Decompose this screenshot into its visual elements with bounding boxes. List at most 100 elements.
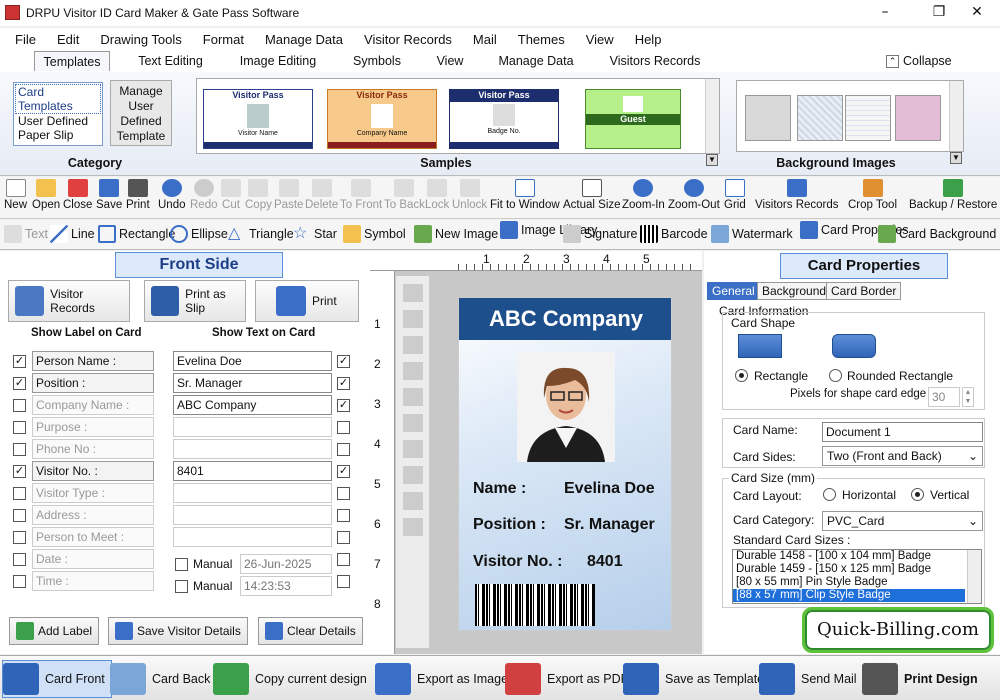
time-field[interactable]: 14:23:53 xyxy=(240,576,332,596)
menu-file[interactable]: File xyxy=(15,32,36,47)
size-item-1[interactable]: Durable 1458 - [100 x 104 mm] Badge xyxy=(733,550,981,563)
phone-no-label-field[interactable]: Phone No : xyxy=(32,439,154,459)
menu-edit[interactable]: Edit xyxy=(57,32,79,47)
zoom-in-button[interactable]: Zoom-In xyxy=(622,179,665,211)
save-template-button[interactable]: Save as Template xyxy=(623,660,764,698)
collapse-button[interactable]: ⌃ Collapse xyxy=(886,51,956,71)
text-tool[interactable]: Text xyxy=(4,225,48,243)
bg-thumb-4[interactable] xyxy=(895,95,941,141)
position-text-checkbox[interactable]: ✓ xyxy=(337,377,350,390)
purpose-text-checkbox[interactable] xyxy=(337,421,350,434)
card-name-input[interactable]: Document 1 xyxy=(822,422,983,442)
background-expand-icon[interactable]: ▼ xyxy=(950,152,962,164)
tool-ungroup-icon[interactable] xyxy=(402,310,423,328)
rounded-shape-icon[interactable] xyxy=(832,334,876,358)
export-image-button[interactable]: Export as Image xyxy=(375,660,508,698)
card-background-tool[interactable]: Card Background xyxy=(878,225,996,243)
visitor-type-text-field[interactable] xyxy=(173,483,332,503)
delete-button[interactable]: Delete xyxy=(305,179,338,211)
sample-4[interactable]: Guest xyxy=(585,89,681,149)
date-text-checkbox[interactable] xyxy=(337,553,350,566)
undo-button[interactable]: Undo xyxy=(158,179,186,211)
card-front-button[interactable]: Card Front xyxy=(2,660,112,698)
menu-help[interactable]: Help xyxy=(635,32,662,47)
menu-manage-data[interactable]: Manage Data xyxy=(265,32,343,47)
grid-button[interactable]: Grid xyxy=(724,179,746,211)
visitor-no-label-checkbox[interactable]: ✓ xyxy=(13,465,26,478)
person-name-label-checkbox[interactable]: ✓ xyxy=(13,355,26,368)
close-icon[interactable]: ✕ xyxy=(954,0,1000,26)
bg-thumb-2[interactable] xyxy=(797,95,843,141)
company-name-label-checkbox[interactable] xyxy=(13,399,26,412)
card-category-select[interactable]: PVC_Card ⌄ xyxy=(822,511,983,531)
position-label-field[interactable]: Position : xyxy=(32,373,154,393)
category-card-templates[interactable]: Card Templates xyxy=(15,84,101,114)
person-name-text-checkbox[interactable]: ✓ xyxy=(337,355,350,368)
sample-3[interactable]: Visitor Pass Badge No. xyxy=(449,89,559,149)
company-name-text-checkbox[interactable]: ✓ xyxy=(337,399,350,412)
size-item-2[interactable]: Durable 1459 - [150 x 125 mm] Badge xyxy=(733,563,981,576)
tool-align-bottom-icon[interactable] xyxy=(402,466,423,484)
visitor-type-label-checkbox[interactable] xyxy=(13,487,26,500)
menu-drawing-tools[interactable]: Drawing Tools xyxy=(100,32,181,47)
menu-mail[interactable]: Mail xyxy=(473,32,497,47)
date-label-checkbox[interactable] xyxy=(13,553,26,566)
print-button-left[interactable]: Print xyxy=(255,280,359,322)
tool-align-left-icon[interactable] xyxy=(402,388,423,406)
card-company[interactable]: ABC Company xyxy=(459,298,671,340)
horizontal-radio[interactable] xyxy=(823,488,836,501)
person-to-meet-label-field[interactable]: Person to Meet : xyxy=(32,527,154,547)
print-as-slip-button[interactable]: Print as Slip xyxy=(144,280,246,322)
category-paper-slip[interactable]: Paper Slip xyxy=(15,128,101,142)
address-label-checkbox[interactable] xyxy=(13,509,26,522)
line-tool[interactable]: Line xyxy=(50,225,95,243)
backup-restore-button[interactable]: Backup / Restore xyxy=(909,179,997,211)
standard-sizes-list[interactable]: Durable 1458 - [100 x 104 mm] Badge Dura… xyxy=(732,549,982,604)
tool-align-right-icon[interactable] xyxy=(402,414,423,432)
menu-view[interactable]: View xyxy=(586,32,614,47)
phone-no-text-field[interactable] xyxy=(173,439,332,459)
minimize-icon[interactable]: – xyxy=(862,0,908,26)
tool-center-icon[interactable] xyxy=(402,492,423,510)
address-text-field[interactable] xyxy=(173,505,332,525)
symbol-tool[interactable]: Symbol xyxy=(343,225,406,243)
vertical-radio[interactable] xyxy=(911,488,924,501)
bg-thumb-3[interactable] xyxy=(845,95,891,141)
samples-expand-icon[interactable]: ▼ xyxy=(706,154,718,166)
id-card[interactable]: ABC Company Name : Evelina Doe Position … xyxy=(458,297,672,631)
pixels-spinner[interactable]: ▲ ▼ xyxy=(962,387,974,407)
export-pdf-button[interactable]: Export as PDF xyxy=(505,660,628,698)
tab-card-border[interactable]: Card Border xyxy=(826,282,902,300)
to-front-button[interactable]: To Front xyxy=(340,179,382,211)
rectangle-tool[interactable]: Rectangle xyxy=(98,225,175,243)
size-item-4[interactable]: [88 x 57 mm] Clip Style Badge xyxy=(733,589,965,602)
samples-scrollbar[interactable] xyxy=(705,79,719,153)
tab-image-editing[interactable]: Image Editing xyxy=(232,51,324,71)
zoom-out-button[interactable]: Zoom-Out xyxy=(668,179,720,211)
new-button[interactable]: New xyxy=(4,179,27,211)
sample-1[interactable]: Visitor Pass Visitor Name xyxy=(203,89,313,149)
tool-settings-icon[interactable] xyxy=(402,518,423,536)
tab-templates[interactable]: Templates xyxy=(34,51,110,71)
visitor-type-label-field[interactable]: Visitor Type : xyxy=(32,483,154,503)
card-visitor-label[interactable]: Visitor No. : xyxy=(473,553,563,571)
tool-unlock-icon[interactable] xyxy=(402,362,423,380)
visitor-records-button[interactable]: Visitor Records xyxy=(8,280,130,322)
redo-button[interactable]: Redo xyxy=(190,179,218,211)
paste-button[interactable]: Paste xyxy=(274,179,303,211)
tool-group-icon[interactable] xyxy=(402,284,423,302)
rectangle-radio[interactable] xyxy=(735,369,748,382)
cut-button[interactable]: Cut xyxy=(221,179,241,211)
visitor-no-text-field[interactable]: 8401 xyxy=(173,461,332,481)
rounded-rectangle-radio[interactable] xyxy=(829,369,842,382)
ellipse-tool[interactable]: Ellipse xyxy=(170,225,228,243)
print-button[interactable]: Print xyxy=(126,179,150,211)
star-tool[interactable]: ☆ Star xyxy=(293,225,337,243)
date-field[interactable]: 26-Jun-2025 xyxy=(240,554,332,574)
phone-no-text-checkbox[interactable] xyxy=(337,443,350,456)
tab-manage-data[interactable]: Manage Data xyxy=(494,51,578,71)
company-name-text-field[interactable]: ABC Company xyxy=(173,395,332,415)
person-name-label-field[interactable]: Person Name : xyxy=(32,351,154,371)
manual-time-checkbox[interactable] xyxy=(175,580,188,593)
person-to-meet-text-field[interactable] xyxy=(173,527,332,547)
